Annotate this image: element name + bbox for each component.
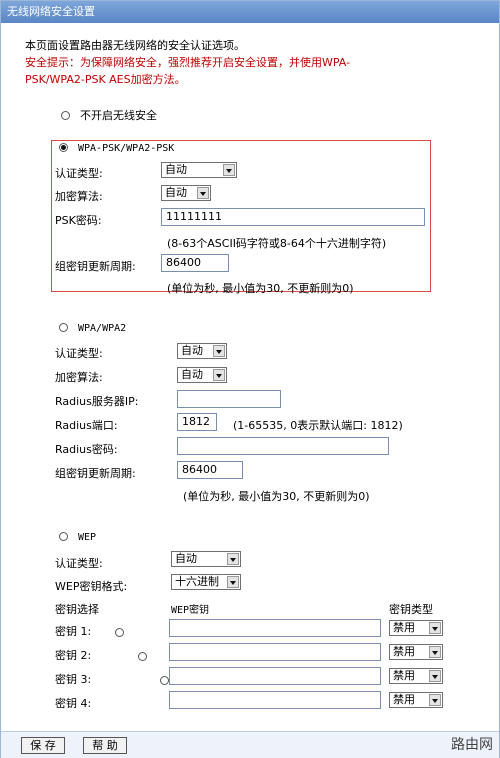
wpa-psk-enc-value: 自动 <box>165 186 187 199</box>
chevron-down-icon <box>197 187 209 199</box>
wep-key-2-type-select[interactable]: 禁用 <box>389 644 443 660</box>
wpa-psk-renew-label: 组密钥更新周期: <box>55 260 136 273</box>
wep-auth-value: 自动 <box>175 552 197 565</box>
radius-ip-input[interactable] <box>177 390 281 408</box>
radius-port-label: Radius端口: <box>55 419 118 432</box>
wpa-psk-renew-input[interactable]: 86400 <box>161 254 229 272</box>
wep-col-key: WEP密钥 <box>171 605 210 616</box>
wep-key-2-radio[interactable] <box>137 651 147 661</box>
psk-password-input[interactable]: 11111111 <box>161 208 425 226</box>
watermark-text: 路由网 <box>451 737 493 753</box>
security-warning-line2: PSK/WPA2-PSK AES加密方法。 <box>25 73 186 86</box>
help-button[interactable]: 帮 助 <box>83 737 127 754</box>
wpa-label: WPA/WPA2 <box>78 323 127 334</box>
wep-format-select[interactable]: 十六进制 <box>171 574 241 590</box>
no-security-radio[interactable] <box>61 110 70 120</box>
wpa-auth-label: 认证类型: <box>55 347 103 360</box>
wep-key-3-radio[interactable] <box>160 675 169 685</box>
wpa-psk-radio[interactable] <box>59 142 68 152</box>
wpa-psk-enc-select[interactable]: 自动 <box>161 185 211 201</box>
chevron-down-icon <box>213 369 225 381</box>
psk-password-label: PSK密码: <box>55 214 102 227</box>
option-no-security[interactable]: 不开启无线安全 <box>61 107 157 123</box>
wep-key-3-type-select[interactable]: 禁用 <box>389 668 443 684</box>
chevron-down-icon <box>223 164 235 176</box>
wep-key-1-radio[interactable] <box>115 627 124 637</box>
wep-key-1-type-select[interactable]: 禁用 <box>389 620 443 636</box>
wep-key-4-type-value: 禁用 <box>393 693 415 706</box>
security-warning-line1: 安全提示：为保障网络安全，强烈推荐开启安全设置，并使用WPA- <box>25 56 351 69</box>
radius-ip-label: Radius服务器IP: <box>55 395 139 408</box>
wep-key-2-type-value: 禁用 <box>393 645 415 658</box>
wep-label: WEP <box>78 532 97 543</box>
wep-format-label: WEP密钥格式: <box>55 580 128 593</box>
radius-password-input[interactable] <box>177 437 389 455</box>
wep-auth-select[interactable]: 自动 <box>171 551 241 567</box>
wep-key-1-input[interactable] <box>169 619 381 637</box>
option-wpa[interactable]: WPA/WPA2 <box>59 322 127 334</box>
wep-col-key-type: 密钥类型 <box>389 603 433 616</box>
wep-key-label: 密钥 2: <box>55 649 92 662</box>
wep-key-4-input[interactable] <box>169 691 381 709</box>
wep-key-label: 密钥 3: <box>55 673 92 686</box>
wpa-enc-label: 加密算法: <box>55 371 103 384</box>
wep-key-label: 密钥 1: <box>55 625 92 638</box>
wpa-enc-value: 自动 <box>181 368 203 381</box>
settings-window: 无线网络安全设置 本页面设置路由器无线网络的安全认证选项。 安全提示：为保障网络… <box>0 0 500 758</box>
chevron-down-icon <box>429 670 441 682</box>
wep-key-1-type-value: 禁用 <box>393 621 415 634</box>
no-security-label: 不开启无线安全 <box>80 109 157 122</box>
wep-format-value: 十六进制 <box>175 575 219 588</box>
wep-radio[interactable] <box>59 531 68 541</box>
radius-password-label: Radius密码: <box>55 443 118 456</box>
chevron-down-icon <box>213 345 225 357</box>
wpa-auth-value: 自动 <box>181 344 203 357</box>
psk-password-hint: (8-63个ASCII码字符或8-64个十六进制字符) <box>167 237 387 250</box>
save-button[interactable]: 保 存 <box>21 737 65 754</box>
chevron-down-icon <box>429 646 441 658</box>
radius-port-hint: (1-65535, 0表示默认端口: 1812) <box>233 419 403 432</box>
wpa-psk-auth-select[interactable]: 自动 <box>161 162 237 178</box>
wpa-psk-renew-hint: (单位为秒, 最小值为30, 不更新则为0) <box>167 282 354 295</box>
wpa-radio[interactable] <box>59 322 68 332</box>
option-wpa-psk[interactable]: WPA-PSK/WPA2-PSK <box>59 142 175 154</box>
wep-col-key-select: 密钥选择 <box>55 603 99 616</box>
wpa-psk-label: WPA-PSK/WPA2-PSK <box>78 143 175 154</box>
window-title: 无线网络安全设置 <box>1 1 499 23</box>
wpa-psk-enc-label: 加密算法: <box>55 190 103 203</box>
intro-text: 本页面设置路由器无线网络的安全认证选项。 安全提示：为保障网络安全，强烈推荐开启… <box>25 37 350 88</box>
chevron-down-icon <box>227 576 239 588</box>
chevron-down-icon <box>429 622 441 634</box>
option-wep[interactable]: WEP <box>59 531 97 543</box>
wpa-enc-select[interactable]: 自动 <box>177 367 227 383</box>
wpa-renew-input[interactable]: 86400 <box>177 461 243 479</box>
wep-auth-label: 认证类型: <box>55 557 103 570</box>
button-bar: 保 存 帮 助 路由网 <box>1 731 499 758</box>
radius-port-input[interactable]: 1812 <box>177 413 217 431</box>
wpa-psk-auth-label: 认证类型: <box>55 167 103 180</box>
wep-key-2-input[interactable] <box>169 643 381 661</box>
wpa-auth-select[interactable]: 自动 <box>177 343 227 359</box>
intro-line: 本页面设置路由器无线网络的安全认证选项。 <box>25 39 245 52</box>
wpa-psk-auth-value: 自动 <box>165 163 187 176</box>
wpa-renew-label: 组密钥更新周期: <box>55 467 136 480</box>
wep-key-3-type-value: 禁用 <box>393 669 415 682</box>
wep-key-4-type-select[interactable]: 禁用 <box>389 692 443 708</box>
chevron-down-icon <box>227 553 239 565</box>
wep-key-label: 密钥 4: <box>55 697 92 710</box>
wpa-renew-hint: (单位为秒, 最小值为30, 不更新则为0) <box>183 490 370 503</box>
wep-key-3-input[interactable] <box>169 667 381 685</box>
chevron-down-icon <box>429 694 441 706</box>
